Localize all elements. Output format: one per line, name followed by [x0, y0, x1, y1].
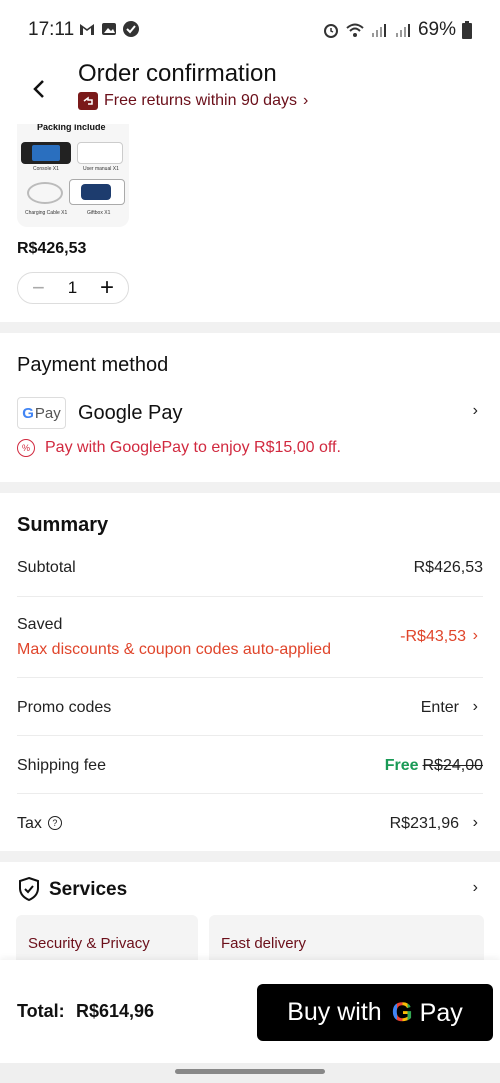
shipping-original-price: R$24,00 — [422, 757, 484, 774]
services-header[interactable]: Services › — [0, 868, 500, 910]
chevron-right-icon: › — [302, 92, 309, 109]
tax-label: Tax — [17, 815, 42, 832]
battery-icon — [462, 21, 472, 39]
product-image-item: Giftbox X1 — [87, 210, 111, 216]
gallery-icon — [102, 23, 116, 35]
saved-value: -R$43,53 — [400, 628, 466, 645]
chevron-right-icon: › — [472, 879, 478, 896]
signal-icon — [371, 24, 386, 37]
tax-row[interactable]: Tax? R$231,96 › — [0, 796, 500, 850]
google-g-icon: G — [391, 997, 413, 1027]
summary-title: Summary — [17, 514, 109, 536]
google-pay-logo: G Pay — [392, 997, 463, 1028]
payment-method-row[interactable]: G Pay Google Pay › — [0, 390, 500, 436]
subtotal-value: R$426,53 — [413, 559, 483, 576]
chevron-right-icon: › — [472, 814, 478, 831]
promo-codes-value: Enter — [420, 699, 459, 716]
back-button[interactable] — [24, 74, 54, 104]
row-divider — [17, 793, 483, 794]
buy-with-google-pay-button[interactable]: Buy with G Pay — [257, 984, 493, 1041]
chevron-right-icon: › — [472, 627, 478, 644]
google-pay-badge-text: Pay — [34, 404, 61, 422]
services-title: Services — [49, 879, 128, 900]
buy-button-label: Buy with — [287, 998, 382, 1026]
home-indicator[interactable] — [175, 1069, 325, 1074]
chevron-right-icon: › — [472, 698, 478, 715]
promo-codes-label: Promo codes — [17, 699, 112, 716]
alarm-icon — [323, 24, 338, 38]
check-circle-icon — [123, 21, 139, 37]
page-title: Order confirmation — [78, 60, 277, 87]
giftbox-screen — [81, 184, 111, 200]
decrease-button[interactable]: − — [32, 275, 45, 301]
back-arrow-icon — [33, 80, 44, 98]
product-image-item: Charging Cable X1 — [25, 210, 68, 216]
manual-graphic — [77, 142, 123, 164]
total-label: Total: — [17, 1001, 65, 1021]
section-divider — [0, 322, 500, 333]
free-returns-text: Free returns within 90 days — [104, 92, 297, 109]
checkout-bar: Total: R$614,96 Buy with G Pay — [0, 960, 500, 1063]
gmail-icon — [80, 24, 94, 35]
row-divider — [17, 677, 483, 678]
google-pay-badge: G Pay — [17, 397, 66, 429]
free-returns-link[interactable]: Free returns within 90 days › — [78, 92, 308, 110]
total-value: R$614,96 — [76, 1001, 155, 1021]
payment-promo-text: Pay with GooglePay to enjoy R$15,00 off. — [45, 439, 341, 456]
shipping-free: Free — [384, 757, 419, 774]
google-pay-text: Pay — [419, 999, 463, 1027]
row-divider — [17, 735, 483, 736]
gesture-nav-area — [0, 1063, 500, 1083]
promo-codes-row[interactable]: Promo codes Enter › — [0, 680, 500, 734]
status-bar: 17:11 69% — [0, 0, 500, 60]
quantity-stepper: − 1 + — [17, 272, 129, 304]
chevron-right-icon: › — [472, 402, 478, 419]
signal-icon — [395, 24, 410, 37]
cable-graphic — [27, 182, 63, 204]
notification-icons — [78, 20, 140, 38]
product-image-item: User manual X1 — [83, 166, 119, 172]
increase-button[interactable]: + — [100, 274, 114, 302]
system-icons: 69% — [322, 19, 472, 41]
wifi-icon — [346, 23, 364, 37]
saved-description: Max discounts & coupon codes auto-applie… — [17, 641, 331, 658]
section-divider — [0, 482, 500, 493]
product-image[interactable]: Packing include Console X1 User manual X… — [17, 124, 129, 227]
section-divider — [0, 851, 500, 862]
page-header: Order confirmation Free returns within 9… — [0, 60, 500, 124]
row-divider — [17, 596, 483, 597]
return-box-icon — [78, 92, 98, 110]
payment-promo: % Pay with GooglePay to enjoy R$15,00 of… — [17, 439, 341, 457]
tax-value: R$231,96 — [389, 815, 459, 832]
discount-icon: % — [17, 439, 35, 457]
product-image-heading: Packing include — [37, 124, 106, 132]
quantity-value: 1 — [67, 278, 78, 297]
google-g-icon: G — [22, 404, 34, 422]
shipping-fee-value: Free R$24,00 — [385, 757, 483, 775]
product-image-item: Console X1 — [33, 166, 59, 172]
status-time: 17:11 — [28, 19, 75, 40]
battery-percent: 69% — [417, 19, 456, 40]
product-price: R$426,53 — [17, 240, 87, 257]
help-icon[interactable]: ? — [47, 816, 62, 830]
payment-method-title: Payment method — [17, 354, 169, 376]
saved-row[interactable]: Saved Max discounts & coupon codes auto-… — [0, 600, 500, 675]
shield-check-icon — [19, 876, 39, 902]
payment-method-label: Google Pay — [78, 402, 183, 424]
screen-glow — [32, 145, 60, 161]
